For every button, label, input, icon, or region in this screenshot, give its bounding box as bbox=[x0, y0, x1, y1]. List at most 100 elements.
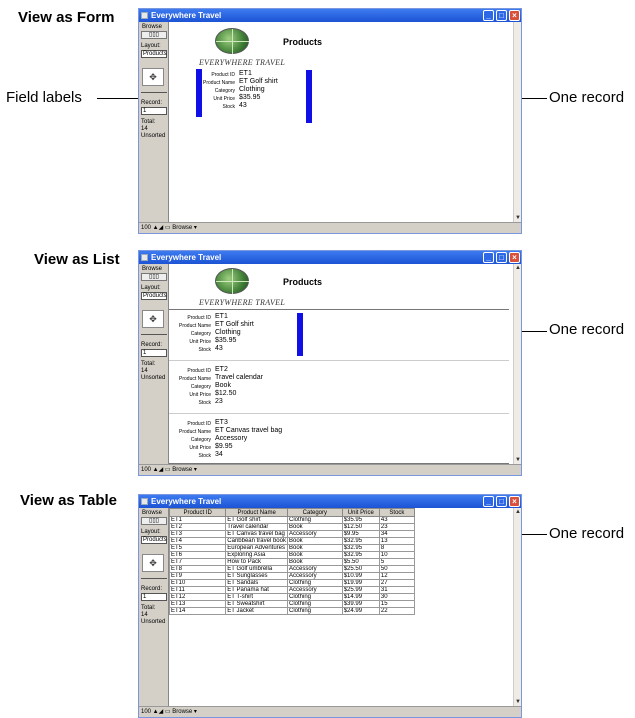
field-value[interactable]: $9.95 bbox=[215, 443, 233, 450]
table-cell[interactable]: $32.95 bbox=[341, 537, 380, 545]
table-cell[interactable]: ET10 bbox=[168, 579, 227, 587]
table-row[interactable]: ET14 ET Jacket Clothing $24.99 22 bbox=[168, 607, 416, 615]
table-cell[interactable]: Clothing bbox=[286, 579, 343, 587]
table-cell[interactable]: $35.95 bbox=[341, 516, 380, 524]
table-cell[interactable]: Clothing bbox=[286, 516, 343, 524]
table-cell[interactable]: ET13 bbox=[168, 600, 227, 608]
record-book-icon[interactable]: ▯▯▯ bbox=[141, 517, 167, 525]
maximize-button[interactable]: □ bbox=[496, 496, 507, 507]
scroll-up-icon[interactable]: ▲ bbox=[514, 508, 522, 516]
table-cell[interactable]: 27 bbox=[378, 579, 416, 587]
table-cell[interactable]: 31 bbox=[378, 586, 416, 594]
rolodex-icon[interactable]: ✥ bbox=[142, 68, 164, 86]
table-cell[interactable]: 50 bbox=[378, 565, 416, 573]
table-cell[interactable]: $9.95 bbox=[341, 530, 380, 538]
scroll-up-icon[interactable]: ▲ bbox=[514, 264, 522, 272]
field-value[interactable]: ET Golf shirt bbox=[215, 321, 254, 328]
table-row[interactable]: ET13 ET Sweatshirt Clothing $39.99 15 bbox=[168, 600, 416, 608]
table-cell[interactable]: 30 bbox=[378, 593, 416, 601]
table-cell[interactable]: Accessory bbox=[286, 586, 343, 594]
table-cell[interactable]: ET Golf umbrella bbox=[225, 565, 288, 573]
table-cell[interactable]: 12 bbox=[378, 572, 416, 580]
record-number-field[interactable]: 1 bbox=[141, 349, 167, 357]
maximize-button[interactable]: □ bbox=[496, 252, 507, 263]
field-value[interactable]: ET3 bbox=[215, 419, 228, 426]
table-cell[interactable]: ET Canvas travel bag bbox=[225, 530, 288, 538]
table-cell[interactable]: $32.95 bbox=[341, 551, 380, 559]
table-row[interactable]: ET5 European Adventures Book $32.95 8 bbox=[168, 544, 416, 552]
field-value[interactable]: ET Canvas travel bag bbox=[215, 427, 282, 434]
field-value[interactable]: Book bbox=[215, 382, 231, 389]
table-cell[interactable]: $10.99 bbox=[341, 572, 380, 580]
table-row[interactable]: ET11 ET Panama hat Accessory $25.99 31 bbox=[168, 586, 416, 594]
table-cell[interactable]: $39.99 bbox=[341, 600, 380, 608]
table-cell[interactable]: $25.50 bbox=[341, 565, 380, 573]
layout-select[interactable]: Products bbox=[141, 536, 167, 544]
column-header-product-id[interactable]: Product ID bbox=[168, 508, 227, 517]
close-button[interactable]: × bbox=[509, 10, 520, 21]
field-value[interactable]: 23 bbox=[215, 398, 223, 405]
table-row[interactable]: ET3 ET Canvas travel bag Accessory $9.95 34 bbox=[168, 530, 416, 538]
layout-select[interactable]: Products bbox=[141, 292, 167, 300]
table-cell[interactable]: 34 bbox=[378, 530, 416, 538]
table-cell[interactable]: Caribbean travel book bbox=[225, 537, 288, 545]
table-cell[interactable]: ET Panama hat bbox=[225, 586, 288, 594]
table-cell[interactable]: ET1 bbox=[168, 516, 227, 524]
table-cell[interactable]: Clothing bbox=[286, 593, 343, 601]
field-value[interactable]: ET2 bbox=[215, 366, 228, 373]
table-cell[interactable]: 13 bbox=[378, 537, 416, 545]
table-cell[interactable]: Accessory bbox=[286, 565, 343, 573]
table-cell[interactable]: $25.99 bbox=[341, 586, 380, 594]
mode-popup[interactable]: Browse bbox=[172, 467, 192, 473]
column-header-category[interactable]: Category bbox=[286, 508, 343, 517]
table-cell[interactable]: ET Sandals bbox=[225, 579, 288, 587]
record-number-field[interactable]: 1 bbox=[141, 107, 167, 115]
table-cell[interactable]: Book bbox=[286, 544, 343, 552]
table-cell[interactable]: How to Pack bbox=[225, 558, 288, 566]
table-cell[interactable]: ET2 bbox=[168, 523, 227, 531]
table-cell[interactable]: $12.50 bbox=[341, 523, 380, 531]
zoom-level[interactable]: 100 bbox=[141, 467, 151, 473]
table-cell[interactable]: ET4 bbox=[168, 537, 227, 545]
table-cell[interactable]: ET Sunglasses bbox=[225, 572, 288, 580]
column-header-product-name[interactable]: Product Name bbox=[225, 508, 288, 517]
field-value[interactable]: $12.50 bbox=[215, 390, 236, 397]
maximize-button[interactable]: □ bbox=[496, 10, 507, 21]
field-value[interactable]: 34 bbox=[215, 451, 223, 458]
field-value[interactable]: $35.95 bbox=[239, 94, 260, 101]
table-cell[interactable]: 10 bbox=[378, 551, 416, 559]
vertical-scrollbar[interactable]: ▲ ▼ bbox=[513, 508, 521, 706]
layout-select[interactable]: Products bbox=[141, 50, 167, 58]
mode-popup[interactable]: Browse bbox=[172, 709, 192, 715]
table-cell[interactable]: Exploring Asia bbox=[225, 551, 288, 559]
table-row[interactable]: ET2 Travel calendar Book $12.50 23 bbox=[168, 523, 416, 531]
field-value[interactable]: Travel calendar bbox=[215, 374, 263, 381]
scroll-down-icon[interactable]: ▼ bbox=[514, 698, 522, 706]
minimize-button[interactable]: _ bbox=[483, 252, 494, 263]
table-cell[interactable]: $19.99 bbox=[341, 579, 380, 587]
minimize-button[interactable]: _ bbox=[483, 10, 494, 21]
table-cell[interactable]: European Adventures bbox=[225, 544, 288, 552]
table-cell[interactable]: ET Sweatshirt bbox=[225, 600, 288, 608]
scroll-down-icon[interactable]: ▼ bbox=[514, 456, 522, 464]
table-cell[interactable]: Accessory bbox=[286, 572, 343, 580]
table-cell[interactable]: Book bbox=[286, 523, 343, 531]
vertical-scrollbar[interactable]: ▼ bbox=[513, 22, 521, 222]
table-row[interactable]: ET1 ET Golf shirt Clothing $35.95 43 bbox=[168, 516, 416, 524]
table-cell[interactable]: ET Golf shirt bbox=[225, 516, 288, 524]
table-cell[interactable]: $14.99 bbox=[341, 593, 380, 601]
table-cell[interactable]: ET Jacket bbox=[225, 607, 288, 615]
table-cell[interactable]: $32.95 bbox=[341, 544, 380, 552]
table-cell[interactable]: Book bbox=[286, 558, 343, 566]
record-slider[interactable] bbox=[141, 92, 167, 93]
field-value[interactable]: ET1 bbox=[215, 313, 228, 320]
table-row[interactable]: ET7 How to Pack Book $5.50 5 bbox=[168, 558, 416, 566]
table-cell[interactable]: ET5 bbox=[168, 544, 227, 552]
column-header-unit-price[interactable]: Unit Price bbox=[341, 508, 380, 517]
table-cell[interactable]: 5 bbox=[378, 558, 416, 566]
field-value[interactable]: $35.95 bbox=[215, 337, 236, 344]
table-cell[interactable]: 43 bbox=[378, 516, 416, 524]
table-row[interactable]: ET12 ET T-shirt Clothing $14.99 30 bbox=[168, 593, 416, 601]
record-number-field[interactable]: 1 bbox=[141, 593, 167, 601]
table-cell[interactable]: ET3 bbox=[168, 530, 227, 538]
